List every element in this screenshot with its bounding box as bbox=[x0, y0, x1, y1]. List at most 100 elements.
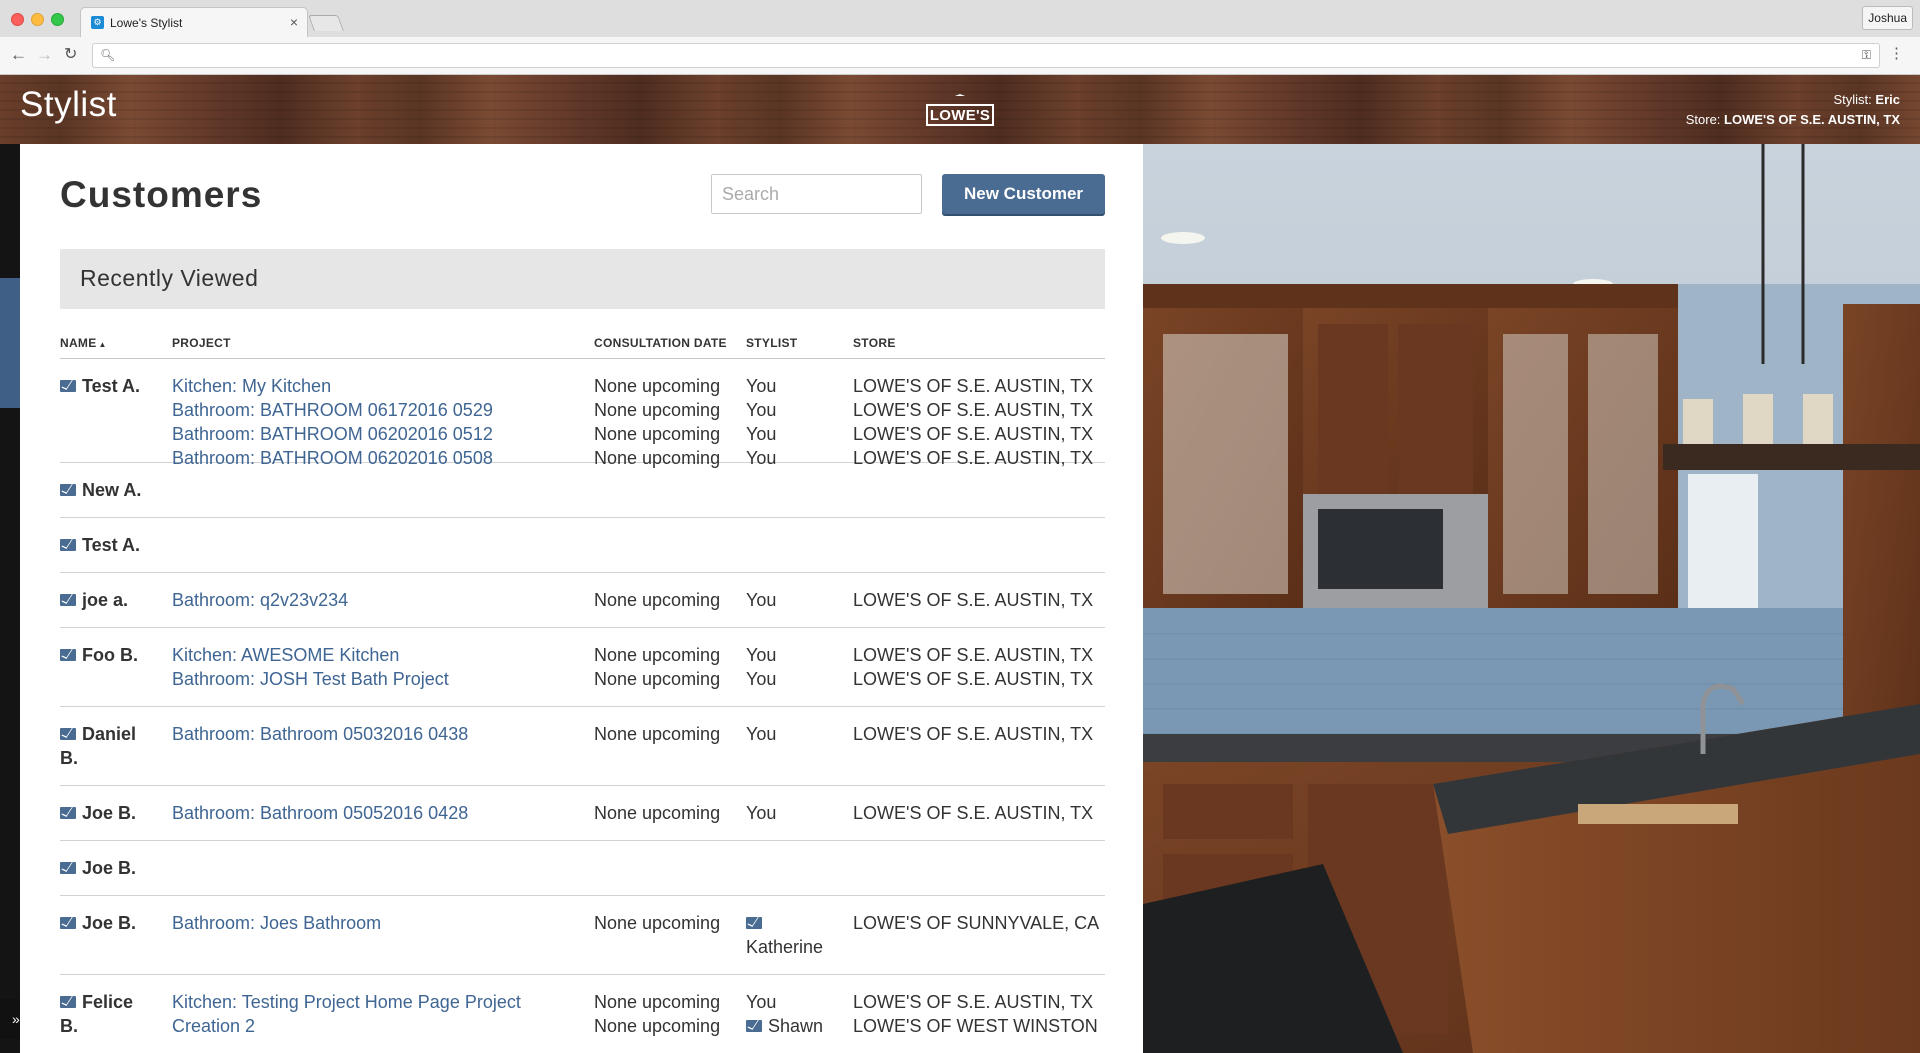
table-row[interactable]: Daniel B. Bathroom: Bathroom 05032016 043… bbox=[60, 707, 1105, 786]
side-drawer-active-indicator bbox=[0, 278, 20, 408]
consultation-date: None upcoming bbox=[594, 376, 721, 396]
column-header-name[interactable]: NAME ▲ bbox=[60, 336, 172, 350]
stores: LOWE'S OF S.E. AUSTIN, TX bbox=[853, 801, 1113, 825]
table-row[interactable]: New A. bbox=[60, 463, 1105, 518]
project-link[interactable]: Bathroom: Joes Bathroom bbox=[172, 911, 592, 935]
stylist: You bbox=[746, 669, 777, 689]
customer-name-text: New A. bbox=[82, 480, 142, 500]
maximize-window-icon[interactable] bbox=[51, 13, 64, 26]
customer-name[interactable]: Joe B. bbox=[60, 911, 172, 935]
customer-name-text: Foo B. bbox=[82, 645, 138, 665]
column-header-project[interactable]: PROJECT bbox=[172, 336, 592, 350]
customer-name[interactable]: Joe B. bbox=[60, 801, 172, 825]
customer-name-text: Joe B. bbox=[82, 803, 137, 823]
store: LOWE'S OF SUNNYVALE, CA bbox=[853, 913, 1100, 933]
store: LOWE'S OF WEST WINSTON bbox=[853, 1016, 1098, 1036]
stores: LOWE'S OF S.E. AUSTIN, TX bbox=[853, 588, 1113, 612]
table-row[interactable]: Foo B. Kitchen: AWESOME Kitchen Bathroom… bbox=[60, 628, 1105, 707]
app-title: Stylist bbox=[20, 85, 117, 124]
mail-icon[interactable] bbox=[746, 917, 762, 929]
column-header-stylist[interactable]: STYLIST bbox=[746, 336, 851, 350]
project-link-cont[interactable]: Creation 2 bbox=[172, 1014, 592, 1038]
project-list: Bathroom: Bathroom 05032016 0438 bbox=[172, 722, 592, 746]
project-link[interactable]: Kitchen: My Kitchen bbox=[172, 374, 592, 398]
project-link[interactable]: Bathroom: q2v23v234 bbox=[172, 588, 592, 612]
back-arrow-icon[interactable]: ← bbox=[10, 46, 27, 64]
stylists: You You bbox=[746, 643, 851, 691]
forward-arrow-icon[interactable]: → bbox=[36, 46, 53, 64]
sort-ascending-icon: ▲ bbox=[98, 340, 107, 349]
favicon-icon: ⚙ bbox=[91, 16, 104, 29]
project-list: Bathroom: q2v23v234 bbox=[172, 588, 592, 612]
project-link[interactable]: Bathroom: BATHROOM 06172016 0529 bbox=[172, 398, 592, 422]
project-link[interactable]: Kitchen: AWESOME Kitchen bbox=[172, 643, 592, 667]
stores: LOWE'S OF S.E. AUSTIN, TX bbox=[853, 722, 1113, 746]
tab-close-icon[interactable]: × bbox=[290, 14, 298, 30]
project-link[interactable]: Bathroom: Bathroom 05052016 0428 bbox=[172, 801, 592, 825]
mail-icon[interactable] bbox=[60, 807, 76, 819]
mail-icon[interactable] bbox=[60, 728, 76, 740]
mail-icon[interactable] bbox=[60, 594, 76, 606]
mail-icon[interactable] bbox=[746, 1020, 762, 1032]
page-title: Customers bbox=[60, 174, 263, 215]
tab-title: Lowe's Stylist bbox=[110, 16, 183, 30]
stylist-label: Stylist: bbox=[1833, 92, 1872, 107]
address-bar[interactable]: 🔍︎ ⚿ bbox=[92, 43, 1880, 68]
customer-name[interactable]: Foo B. bbox=[60, 643, 172, 667]
consultation-date: None upcoming bbox=[594, 424, 721, 444]
mail-icon[interactable] bbox=[60, 539, 76, 551]
column-header-consultation-date[interactable]: CONSULTATION DATE bbox=[594, 336, 744, 350]
customer-name[interactable]: Test A. bbox=[60, 533, 172, 557]
customer-name[interactable]: joe a. bbox=[60, 588, 172, 612]
lowes-logo[interactable]: LOWE'S bbox=[926, 94, 994, 128]
table-row[interactable]: Joe B. bbox=[60, 841, 1105, 896]
customer-name[interactable]: Test A. bbox=[60, 374, 172, 398]
store: LOWE'S OF S.E. AUSTIN, TX bbox=[853, 724, 1094, 744]
stylist: You bbox=[746, 645, 777, 665]
consultation-date: None upcoming bbox=[594, 645, 721, 665]
column-header-store[interactable]: STORE bbox=[853, 336, 1113, 350]
mail-icon[interactable] bbox=[60, 649, 76, 661]
project-list: Kitchen: Testing Project Home Page Proje… bbox=[172, 990, 592, 1038]
table-row[interactable]: Felice B. Kitchen: Testing Project Home P… bbox=[60, 975, 1105, 1053]
customer-name[interactable]: Felice B. bbox=[60, 990, 172, 1038]
table-row[interactable]: Test A. Kitchen: My Kitchen Bathroom: BA… bbox=[60, 359, 1105, 468]
store: LOWE'S OF S.E. AUSTIN, TX bbox=[853, 376, 1094, 396]
reload-icon[interactable]: ↻ bbox=[64, 46, 77, 64]
browser-tab-strip: ⚙ Lowe's Stylist × Joshua bbox=[0, 0, 1920, 37]
store: LOWE'S OF S.E. AUSTIN, TX bbox=[853, 669, 1094, 689]
customer-name[interactable]: Joe B. bbox=[60, 856, 172, 880]
stylist: Shawn bbox=[768, 1016, 824, 1036]
mail-icon[interactable] bbox=[60, 917, 76, 929]
customers-table: NAME ▲ PROJECT CONSULTATION DATE STYLIST … bbox=[60, 329, 1105, 1053]
mail-icon[interactable] bbox=[60, 996, 76, 1008]
table-row[interactable]: Joe B. Bathroom: Joes Bathroom None upco… bbox=[60, 896, 1105, 975]
profile-button[interactable]: Joshua bbox=[1862, 6, 1913, 30]
store: LOWE'S OF S.E. AUSTIN, TX bbox=[853, 803, 1094, 823]
store: LOWE'S OF S.E. AUSTIN, TX bbox=[853, 400, 1094, 420]
key-icon[interactable]: ⚿ bbox=[1862, 48, 1871, 63]
table-row[interactable]: Joe B. Bathroom: Bathroom 05052016 0428 … bbox=[60, 786, 1105, 841]
consultation-date: None upcoming bbox=[594, 803, 721, 823]
project-link[interactable]: Bathroom: JOSH Test Bath Project bbox=[172, 667, 592, 691]
browser-menu-icon[interactable]: ⋮ bbox=[1889, 46, 1904, 62]
project-link[interactable]: Kitchen: Testing Project Home Page Proje… bbox=[172, 990, 592, 1014]
stylist-email[interactable] bbox=[746, 911, 851, 935]
table-row[interactable]: joe a. Bathroom: q2v23v234 None upcoming… bbox=[60, 573, 1105, 628]
new-tab-button[interactable] bbox=[308, 15, 344, 31]
search-input[interactable] bbox=[711, 174, 922, 214]
close-window-icon[interactable] bbox=[11, 13, 24, 26]
minimize-window-icon[interactable] bbox=[31, 13, 44, 26]
stores: LOWE'S OF S.E. AUSTIN, TX LOWE'S OF S.E.… bbox=[853, 643, 1113, 691]
mail-icon[interactable] bbox=[60, 484, 76, 496]
customer-name[interactable]: Daniel B. bbox=[60, 722, 172, 770]
browser-tab[interactable]: ⚙ Lowe's Stylist × bbox=[80, 7, 308, 37]
project-link[interactable]: Bathroom: BATHROOM 06202016 0512 bbox=[172, 422, 592, 446]
table-row[interactable]: Test A. bbox=[60, 518, 1105, 573]
mail-icon[interactable] bbox=[60, 380, 76, 392]
project-link[interactable]: Bathroom: Bathroom 05032016 0438 bbox=[172, 722, 592, 746]
stores: LOWE'S OF S.E. AUSTIN, TX LOWE'S OF WEST… bbox=[853, 990, 1113, 1038]
customer-name[interactable]: New A. bbox=[60, 478, 172, 502]
mail-icon[interactable] bbox=[60, 862, 76, 874]
new-customer-button[interactable]: New Customer bbox=[942, 174, 1105, 214]
